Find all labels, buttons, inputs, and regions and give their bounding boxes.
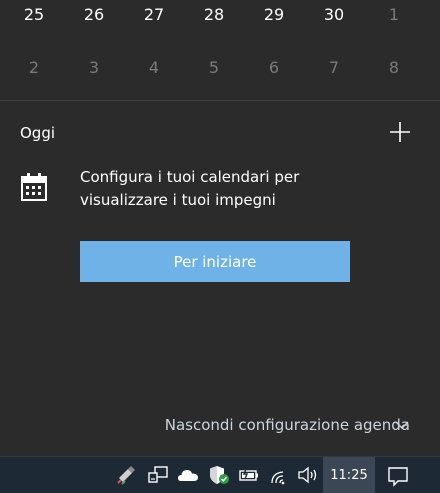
agenda-setup-message: Configura i tuoi calendari per visualizz… [80,168,300,209]
calendar-day-next-month[interactable]: 6 [244,55,304,81]
calendar-day[interactable]: 28 [184,2,244,28]
security-shield-icon[interactable] [208,465,230,485]
calendar-day[interactable]: 25 [4,2,64,28]
onedrive-cloud-icon[interactable] [177,465,199,485]
battery-icon[interactable] [238,465,260,485]
calendar-day[interactable]: 30 [304,2,364,28]
agenda-title: Oggi [20,124,56,142]
network-icon[interactable] [147,465,169,485]
divider [0,100,440,101]
usb-icon[interactable] [116,465,138,485]
calendar-day[interactable]: 26 [64,2,124,28]
plus-icon [390,122,410,142]
add-event-button[interactable] [386,118,414,146]
calendar-week-row: 25 26 27 28 29 30 1 [0,2,440,32]
calendar-day-next-month[interactable]: 1 [364,2,424,28]
calendar-icon [20,172,48,202]
volume-icon[interactable] [297,465,319,485]
calendar-day[interactable]: 29 [244,2,304,28]
calendar-day-next-month[interactable]: 8 [364,55,424,81]
calendar-flyout: 25 26 27 28 29 30 1 2 3 4 5 6 7 8 Oggi C… [0,0,440,456]
calendar-week-row: 2 3 4 5 6 7 8 [0,55,440,85]
hide-agenda-link[interactable]: Nascondi configurazione agenda [165,416,410,434]
wifi-icon[interactable] [269,465,291,485]
action-center-icon[interactable] [386,465,410,487]
clock[interactable]: 11:25 [323,457,375,493]
calendar-day-next-month[interactable]: 5 [184,55,244,81]
calendar-day-next-month[interactable]: 7 [304,55,364,81]
calendar-day-next-month[interactable]: 3 [64,55,124,81]
get-started-button[interactable]: Per iniziare [80,241,350,282]
chevron-down-icon[interactable] [394,419,410,431]
calendar-day-next-month[interactable]: 2 [4,55,64,81]
calendar-day-next-month[interactable]: 4 [124,55,184,81]
calendar-day[interactable]: 27 [124,2,184,28]
taskbar: 11:25 [0,456,440,493]
